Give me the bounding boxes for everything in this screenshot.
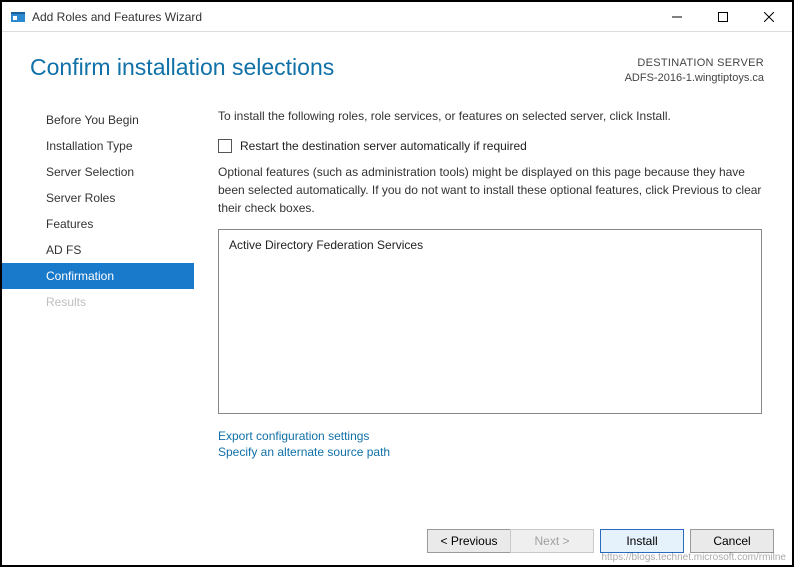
header-area: Confirm installation selections DESTINAT… [2,32,792,97]
nav-server-roles[interactable]: Server Roles [2,185,194,211]
export-config-link[interactable]: Export configuration settings [218,428,762,444]
nav-server-selection[interactable]: Server Selection [2,159,194,185]
main-panel: To install the following roles, role ser… [194,97,792,460]
selection-item: Active Directory Federation Services [229,238,751,252]
wizard-nav: Before You Begin Installation Type Serve… [2,97,194,460]
page-title: Confirm installation selections [30,54,625,81]
next-button: Next > [510,529,594,553]
optional-features-note: Optional features (such as administratio… [218,163,762,217]
intro-text: To install the following roles, role ser… [218,109,762,123]
destination-value: ADFS-2016-1.wingtiptoys.ca [625,71,764,86]
links-area: Export configuration settings Specify an… [218,428,762,460]
alternate-source-link[interactable]: Specify an alternate source path [218,444,762,460]
install-button[interactable]: Install [600,529,684,553]
body-area: Before You Begin Installation Type Serve… [2,97,792,460]
prev-next-group: < Previous Next > [427,529,594,553]
watermark-text: https://blogs.technet.microsoft.com/rmil… [601,552,786,563]
destination-server-box: DESTINATION SERVER ADFS-2016-1.wingtipto… [625,54,764,87]
restart-checkbox[interactable] [218,139,232,153]
nav-confirmation[interactable]: Confirmation [2,263,194,289]
window-controls [654,2,792,32]
maximize-button[interactable] [700,2,746,32]
wizard-icon [10,9,26,25]
nav-features[interactable]: Features [2,211,194,237]
titlebar: Add Roles and Features Wizard [2,2,792,32]
restart-checkbox-label: Restart the destination server automatic… [240,139,527,153]
restart-checkbox-row: Restart the destination server automatic… [218,139,762,153]
nav-ad-fs[interactable]: AD FS [2,237,194,263]
cancel-button[interactable]: Cancel [690,529,774,553]
selections-listbox[interactable]: Active Directory Federation Services [218,229,762,414]
wizard-button-bar: < Previous Next > Install Cancel [427,529,774,553]
nav-results: Results [2,289,194,315]
window-title: Add Roles and Features Wizard [32,10,654,24]
previous-button[interactable]: < Previous [427,529,511,553]
nav-before-you-begin[interactable]: Before You Begin [2,107,194,133]
minimize-button[interactable] [654,2,700,32]
destination-label: DESTINATION SERVER [625,56,764,71]
nav-installation-type[interactable]: Installation Type [2,133,194,159]
close-button[interactable] [746,2,792,32]
